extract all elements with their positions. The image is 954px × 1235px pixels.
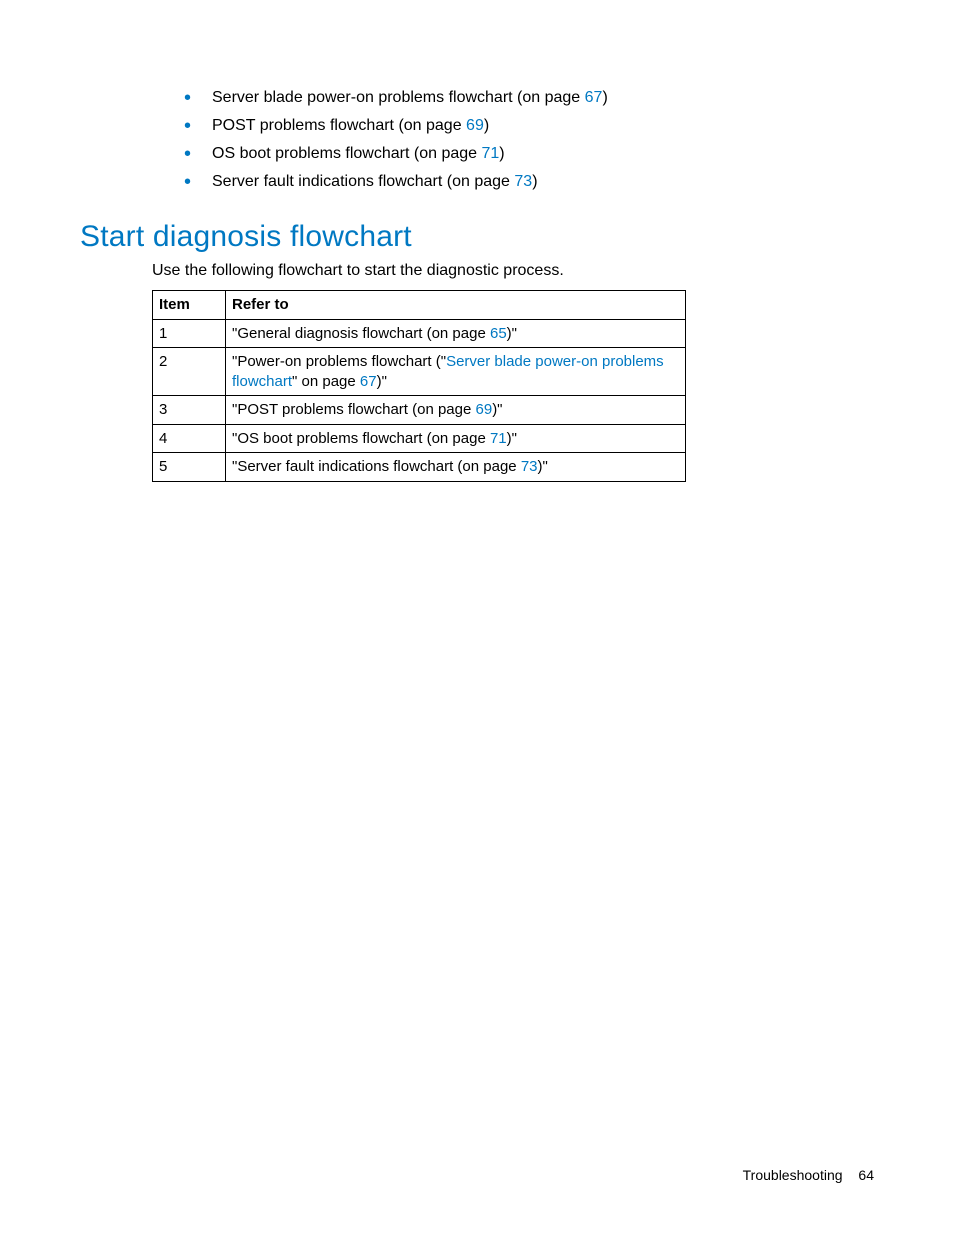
table-text: " on page: [292, 373, 360, 390]
table-cell-refer: "POST problems flowchart (on page 69)": [226, 396, 686, 425]
page-link[interactable]: 73: [521, 458, 538, 475]
table-cell-refer: "General diagnosis flowchart (on page 65…: [226, 319, 686, 348]
bullet-text: Server blade power-on problems flowchart…: [212, 89, 585, 106]
bullet-item: POST problems flowchart (on page 69): [184, 112, 874, 140]
table-row: 5 "Server fault indications flowchart (on…: [153, 453, 686, 482]
bullet-text: ): [499, 145, 504, 162]
table-cell-item: 5: [153, 453, 226, 482]
bullet-text: POST problems flowchart (on page: [212, 117, 466, 134]
table-text: )": [507, 430, 517, 447]
footer-section: Troubleshooting: [743, 1167, 843, 1183]
table-text: "Power-on problems flowchart (": [232, 353, 446, 370]
table-cell-refer: "Server fault indications flowchart (on …: [226, 453, 686, 482]
page-link[interactable]: 71: [481, 145, 499, 162]
page-link[interactable]: 67: [585, 89, 603, 106]
page-link[interactable]: 65: [490, 325, 507, 342]
table-cell-item: 4: [153, 424, 226, 453]
table-text: )": [538, 458, 548, 475]
bullet-item: OS boot problems flowchart (on page 71): [184, 140, 874, 168]
table-row: 2"Power-on problems flowchart ("Server b…: [153, 348, 686, 396]
table-cell-refer: "OS boot problems flowchart (on page 71)…: [226, 424, 686, 453]
page-footer: Troubleshooting 64: [743, 1167, 874, 1183]
table-text: "POST problems flowchart (on page: [232, 401, 476, 418]
table-text: "General diagnosis flowchart (on page: [232, 325, 490, 342]
page-link[interactable]: 69: [476, 401, 493, 418]
table-row: 1"General diagnosis flowchart (on page 6…: [153, 319, 686, 348]
table-body: 1"General diagnosis flowchart (on page 6…: [153, 319, 686, 481]
bullet-text: Server fault indications flowchart (on p…: [212, 173, 514, 190]
table-cell-item: 2: [153, 348, 226, 396]
bullet-list: Server blade power-on problems flowchart…: [80, 84, 874, 196]
bullet-item: Server blade power-on problems flowchart…: [184, 84, 874, 112]
section-heading: Start diagnosis flowchart: [80, 220, 874, 254]
table-text: )": [377, 373, 387, 390]
table-text: "OS boot problems flowchart (on page: [232, 430, 490, 447]
table-text: )": [507, 325, 517, 342]
bullet-item: Server fault indications flowchart (on p…: [184, 168, 874, 196]
table-header-row: Item Refer to: [153, 291, 686, 320]
page-link[interactable]: 71: [490, 430, 507, 447]
page-link[interactable]: 69: [466, 117, 484, 134]
bullet-text: OS boot problems flowchart (on page: [212, 145, 481, 162]
table-row: 4"OS boot problems flowchart (on page 71…: [153, 424, 686, 453]
bullet-text: ): [484, 117, 489, 134]
reference-table: Item Refer to 1"General diagnosis flowch…: [152, 290, 686, 482]
table-text: "Server fault indications flowchart (on …: [232, 458, 521, 475]
page-link[interactable]: 73: [514, 173, 532, 190]
intro-paragraph: Use the following flowchart to start the…: [80, 262, 874, 280]
document-page: Server blade power-on problems flowchart…: [0, 0, 954, 482]
table-row: 3"POST problems flowchart (on page 69)": [153, 396, 686, 425]
footer-page-number: 64: [858, 1167, 874, 1183]
bullet-text: ): [532, 173, 537, 190]
bullet-text: ): [602, 89, 607, 106]
table-header-refer: Refer to: [226, 291, 686, 320]
table-cell-item: 1: [153, 319, 226, 348]
table-text: )": [492, 401, 502, 418]
table-header-item: Item: [153, 291, 226, 320]
table-cell-refer: "Power-on problems flowchart ("Server bl…: [226, 348, 686, 396]
table-cell-item: 3: [153, 396, 226, 425]
page-link[interactable]: 67: [360, 373, 377, 390]
